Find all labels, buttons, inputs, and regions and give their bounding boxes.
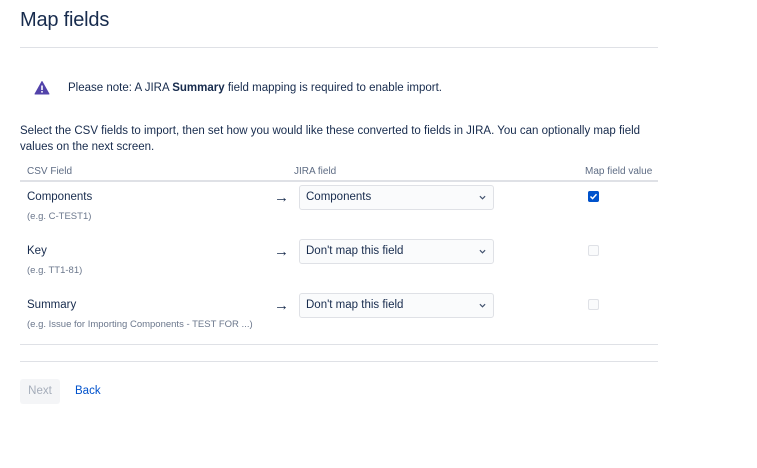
arrow-right-icon: →	[274, 189, 289, 206]
jira-field-select[interactable]: Components	[299, 185, 494, 210]
header-divider	[20, 47, 658, 48]
csv-field-name: Components	[27, 191, 93, 203]
intro-text: Select the CSV fields to import, then se…	[20, 125, 641, 153]
jira-field-selected-value: Don't map this field	[306, 245, 404, 257]
jira-field-selected-value: Components	[306, 191, 372, 203]
chevron-down-icon	[479, 195, 486, 200]
header-jira-field: JIRA field	[294, 166, 337, 177]
header-map-field-value: Map field value	[585, 166, 653, 177]
footer-divider	[20, 361, 658, 362]
page-title: Map fields	[20, 9, 110, 31]
csv-field-example: (e.g. Issue for Importing Components - T…	[27, 319, 253, 330]
notice-prefix: Please note: A JIRA	[68, 82, 173, 94]
notice-suffix: field mapping is required to enable impo…	[224, 82, 442, 94]
chevron-down-icon	[479, 249, 486, 254]
back-link[interactable]: Back	[75, 385, 101, 397]
csv-field-example: (e.g. C-TEST1)	[27, 211, 92, 222]
jira-field-select[interactable]: Don't map this field	[299, 239, 494, 264]
map-field-value-checkbox[interactable]	[588, 245, 599, 256]
table-bottom-border	[20, 344, 658, 345]
table-row: Components (e.g. C-TEST1) → Components	[20, 185, 658, 245]
notice-bold: Summary	[172, 82, 225, 94]
header-csv-field: CSV Field	[27, 166, 73, 177]
chevron-down-icon	[479, 303, 486, 308]
csv-field-name: Summary	[27, 299, 77, 311]
checkmark-icon	[588, 191, 599, 202]
map-field-value-checkbox[interactable]	[588, 191, 599, 202]
map-field-value-checkbox[interactable]	[588, 299, 599, 310]
jira-field-select[interactable]: Don't map this field	[299, 293, 494, 318]
csv-field-name: Key	[27, 245, 47, 257]
table-header: CSV Field JIRA field Map field value	[20, 164, 658, 182]
csv-field-example: (e.g. TT1-81)	[27, 265, 83, 276]
arrow-right-icon: →	[274, 297, 289, 314]
arrow-right-icon: →	[274, 243, 289, 260]
notice: Please note: A JIRA Summary field mappin…	[34, 80, 442, 96]
next-button[interactable]: Next	[20, 379, 60, 404]
table-row: Key (e.g. TT1-81) → Don't map this field	[20, 239, 658, 299]
warning-icon	[34, 81, 50, 95]
jira-field-selected-value: Don't map this field	[306, 299, 404, 311]
notice-text: Please note: A JIRA Summary field mappin…	[68, 82, 442, 94]
